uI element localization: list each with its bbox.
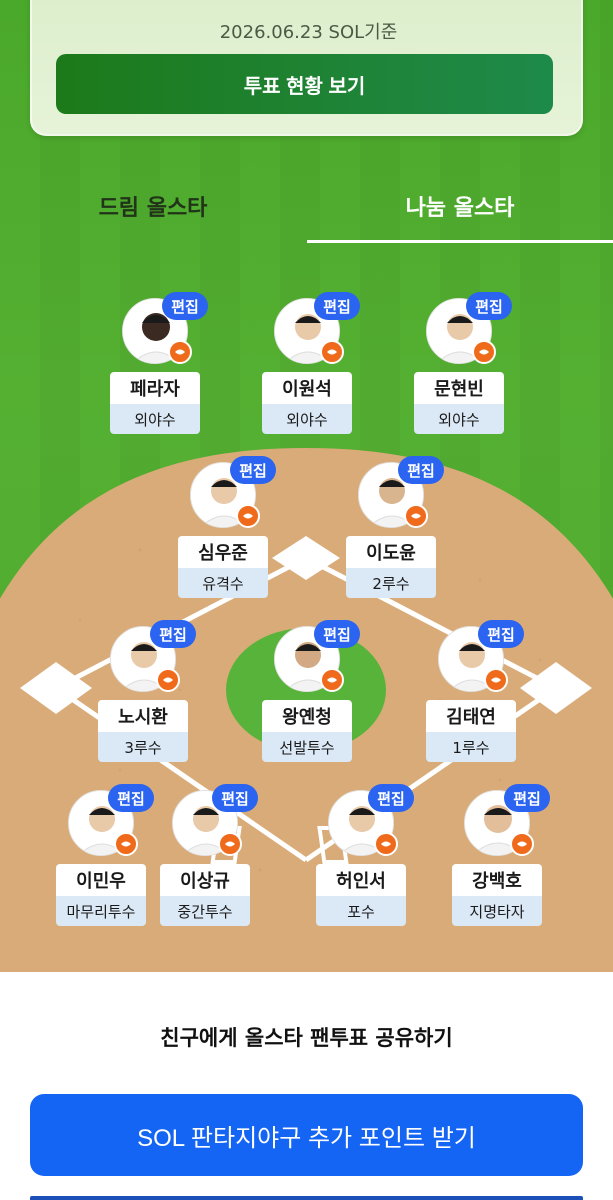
player-name: 이상규 (160, 864, 250, 896)
edit-button[interactable]: 편집 (398, 456, 444, 484)
player-card[interactable]: 편집 이민우 마무리투수 (46, 784, 156, 960)
player-name: 페라자 (110, 372, 200, 404)
team-logo-icon (320, 668, 344, 692)
edit-button[interactable]: 편집 (212, 784, 258, 812)
player-name: 문현빈 (414, 372, 504, 404)
player-position: 외야수 (110, 404, 200, 434)
player-position: 유격수 (178, 568, 268, 598)
team-logo-icon (218, 832, 242, 856)
player-position: 1루수 (426, 732, 516, 762)
player-name: 강백호 (452, 864, 542, 896)
edit-button[interactable]: 편집 (108, 784, 154, 812)
player-card[interactable]: 편집 페라자 외야수 (100, 292, 210, 468)
view-vote-status-button[interactable]: 투표 현황 보기 (56, 54, 553, 114)
team-logo-icon (156, 668, 180, 692)
active-tab-indicator (307, 240, 613, 243)
team-logo-icon (404, 504, 428, 528)
vote-date: 2026.06.23 SOL기준 (219, 22, 398, 43)
player-card[interactable]: 편집 심우준 유격수 (168, 456, 278, 632)
edit-button[interactable]: 편집 (314, 292, 360, 320)
player-position: 외야수 (262, 404, 352, 434)
player-position: 외야수 (414, 404, 504, 434)
player-card[interactable]: 편집 이도윤 2루수 (336, 456, 446, 632)
player-card[interactable]: 편집 강백호 지명타자 (442, 784, 552, 960)
vote-status-card: 2026.06.23 SOL기준 투표 현황 보기 (30, 0, 583, 136)
player-name: 이민우 (56, 864, 146, 896)
player-card[interactable]: 편집 문현빈 외야수 (404, 292, 514, 468)
player-card[interactable]: 편집 왕옌청 선발투수 (252, 620, 362, 796)
player-position: 3루수 (98, 732, 188, 762)
edit-button[interactable]: 편집 (162, 292, 208, 320)
player-name: 허인서 (316, 864, 406, 896)
player-position: 마무리투수 (56, 896, 146, 926)
player-name: 김태연 (426, 700, 516, 732)
player-name: 이원석 (262, 372, 352, 404)
player-name: 왕옌청 (262, 700, 352, 732)
team-logo-icon (484, 668, 508, 692)
player-position: 중간투수 (160, 896, 250, 926)
edit-button[interactable]: 편집 (150, 620, 196, 648)
player-card[interactable]: 편집 이원석 외야수 (252, 292, 362, 468)
edit-button[interactable]: 편집 (314, 620, 360, 648)
team-logo-icon (510, 832, 534, 856)
edit-button[interactable]: 편집 (504, 784, 550, 812)
player-name: 심우준 (178, 536, 268, 568)
next-section-edge (30, 1196, 583, 1200)
share-allstar-vote-link[interactable]: 친구에게 올스타 팬투표 공유하기 (0, 1022, 613, 1052)
edit-button[interactable]: 편집 (368, 784, 414, 812)
player-position: 선발투수 (262, 732, 352, 762)
team-logo-icon (168, 340, 192, 364)
edit-button[interactable]: 편집 (466, 292, 512, 320)
team-logo-icon (114, 832, 138, 856)
player-name: 노시환 (98, 700, 188, 732)
player-card[interactable]: 편집 허인서 포수 (306, 784, 416, 960)
player-card[interactable]: 편집 노시환 3루수 (88, 620, 198, 796)
player-position: 2루수 (346, 568, 436, 598)
edit-button[interactable]: 편집 (230, 456, 276, 484)
player-position: 포수 (316, 896, 406, 926)
tab-dream-allstar[interactable]: 드림 올스타 (0, 190, 306, 230)
player-name: 이도윤 (346, 536, 436, 568)
team-logo-icon (320, 340, 344, 364)
team-logo-icon (236, 504, 260, 528)
tab-nanum-allstar[interactable]: 나눔 올스타 (307, 190, 613, 230)
team-logo-icon (374, 832, 398, 856)
team-logo-icon (472, 340, 496, 364)
get-extra-points-button[interactable]: SOL 판타지야구 추가 포인트 받기 (30, 1094, 583, 1176)
edit-button[interactable]: 편집 (478, 620, 524, 648)
player-position: 지명타자 (452, 896, 542, 926)
player-card[interactable]: 편집 이상규 중간투수 (150, 784, 260, 960)
player-card[interactable]: 편집 김태연 1루수 (416, 620, 526, 796)
